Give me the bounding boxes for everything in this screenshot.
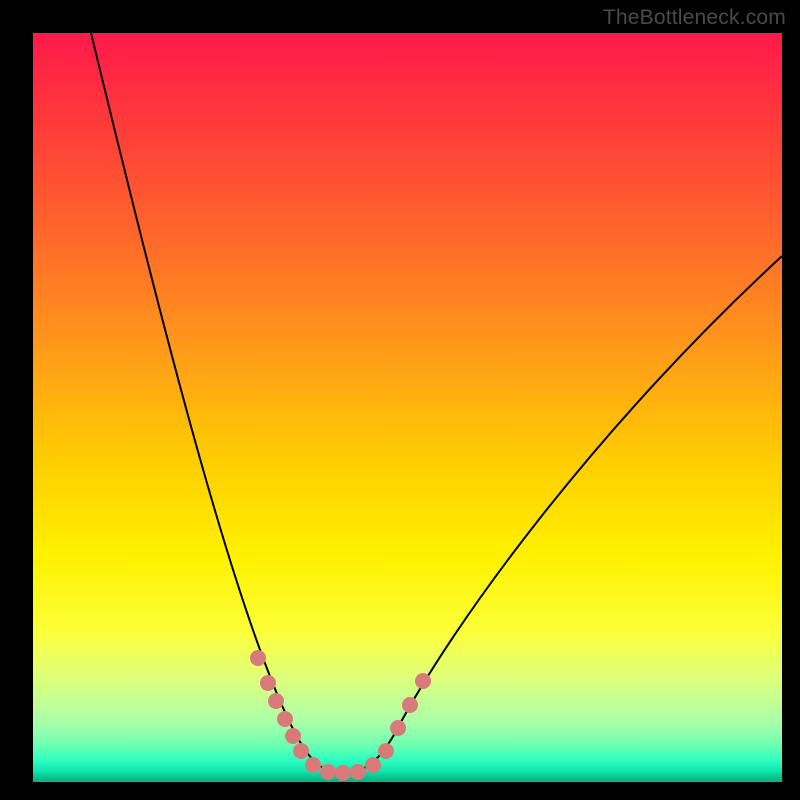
watermark-text: TheBottleneck.com — [603, 6, 786, 30]
curve-svg — [33, 33, 782, 782]
bottom-marker-3 — [335, 765, 351, 781]
right-marker-4 — [415, 673, 431, 689]
right-marker-3 — [402, 697, 418, 713]
bottom-marker-2 — [320, 764, 336, 780]
chart-plot-area — [33, 33, 782, 782]
bottleneck-curve — [91, 33, 782, 773]
right-marker-1 — [378, 743, 394, 759]
left-marker-2 — [260, 675, 276, 691]
right-marker-2 — [390, 720, 406, 736]
left-marker-4 — [277, 711, 293, 727]
left-marker-1 — [250, 650, 266, 666]
left-marker-6 — [293, 743, 309, 759]
bottom-marker-5 — [365, 757, 381, 773]
left-marker-5 — [285, 728, 301, 744]
bottom-marker-4 — [350, 764, 366, 780]
left-marker-3 — [268, 693, 284, 709]
bottom-marker-1 — [305, 757, 321, 773]
